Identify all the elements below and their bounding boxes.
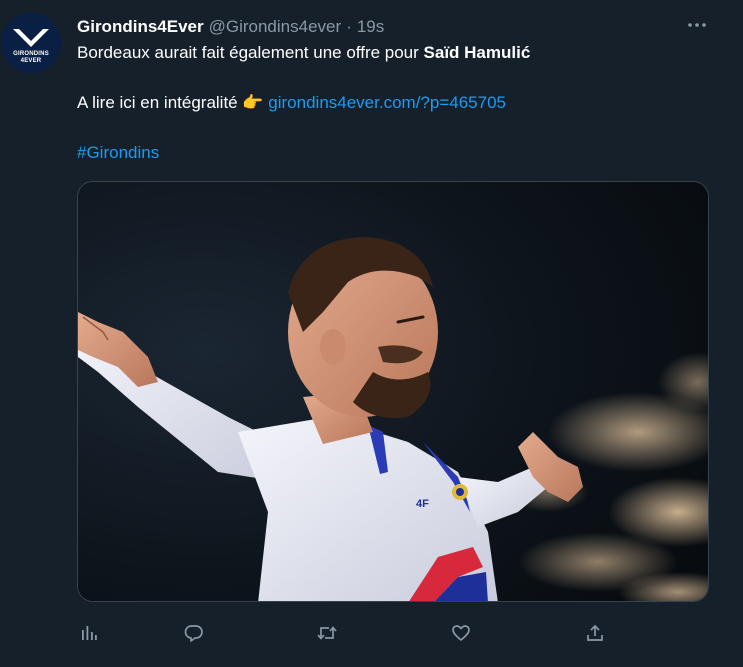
share-button[interactable] — [580, 618, 610, 648]
mentioned-player-name: Saïd Hamulić — [423, 43, 531, 62]
tweet-text-line3: #Girondins — [77, 142, 159, 164]
avatar-label-line1: GIRONDINS — [13, 51, 49, 57]
display-name[interactable]: Girondins4Ever — [77, 17, 204, 37]
hashtag-link[interactable]: #Girondins — [77, 143, 159, 162]
retweet-icon — [317, 626, 337, 640]
more-options-button[interactable] — [682, 15, 712, 35]
retweet-button[interactable] — [312, 618, 342, 648]
reply-button[interactable] — [179, 618, 209, 648]
tweet-text-line1: Bordeaux aurait fait également une offre… — [77, 42, 530, 64]
tweet-text-line2: A lire ici en intégralité 👉 girondins4ev… — [77, 92, 506, 114]
heart-icon — [452, 625, 470, 641]
more-horizontal-icon — [688, 23, 706, 27]
share-icon — [587, 624, 603, 641]
tweet-header: Girondins4Ever @Girondins4ever · 19s — [77, 15, 384, 39]
user-handle[interactable]: @Girondins4ever — [209, 17, 342, 37]
player-celebration-photo: 4F — [78, 182, 708, 601]
pointing-hand-emoji-icon: 👉 — [242, 93, 264, 113]
tweet-actions — [0, 618, 743, 648]
article-link[interactable]: girondins4ever.com/?p=465705 — [268, 93, 506, 112]
tweet-media-image[interactable]: 4F — [77, 181, 709, 602]
reply-icon — [184, 625, 203, 642]
like-button[interactable] — [446, 618, 476, 648]
avatar-label-line2: 4EVER — [20, 58, 42, 64]
svg-text:4F: 4F — [416, 498, 429, 510]
analytics-button[interactable] — [74, 618, 104, 648]
tweet-timestamp[interactable]: 19s — [357, 17, 384, 37]
tweet-text-prefix: Bordeaux aurait fait également une offre… — [77, 43, 424, 62]
avatar[interactable]: GIRONDINS 4EVER — [1, 13, 61, 73]
tweet[interactable]: GIRONDINS 4EVER Girondins4Ever @Girondin… — [0, 0, 743, 667]
analytics-icon — [82, 626, 97, 640]
separator-dot: · — [346, 17, 352, 36]
read-more-text: A lire ici en intégralité — [77, 93, 243, 112]
